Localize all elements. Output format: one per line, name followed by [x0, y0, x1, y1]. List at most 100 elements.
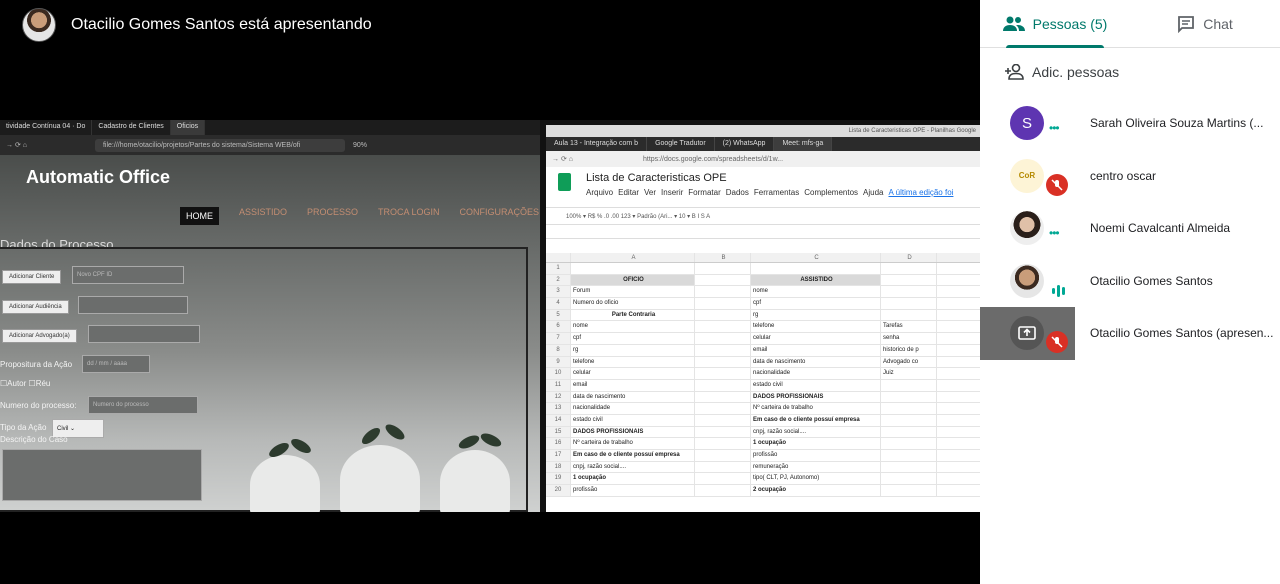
- table-cell: [881, 414, 937, 426]
- table-cell: nacionalidade: [571, 403, 695, 414]
- table-cell: [695, 485, 751, 496]
- table-cell: [881, 450, 937, 461]
- numero-label: Numero do processo:: [0, 401, 77, 410]
- participant-row[interactable]: CoR centro oscar: [980, 149, 1280, 202]
- row-number: 3: [546, 286, 571, 298]
- table-cell: celular: [751, 333, 881, 344]
- table-row: 6 nome telefone Tarefas: [546, 321, 980, 334]
- table-cell: [881, 438, 937, 449]
- side-panel: Pessoas (5) Chat Adic. pessoas S ••• Sar…: [980, 0, 1280, 584]
- table-cell: OFICIO: [571, 274, 695, 286]
- row-number: 20: [546, 485, 571, 496]
- menu-item: Ferramentas: [753, 188, 800, 197]
- avatar: S: [1010, 106, 1044, 140]
- participant-row[interactable]: ••• Noemi Cavalcanti Almeida: [980, 202, 1280, 255]
- table-cell: telefone: [571, 356, 695, 368]
- add-person-icon: [1005, 64, 1024, 80]
- menu-item: Inserir: [661, 188, 684, 197]
- table-row: 1: [546, 263, 980, 275]
- row-number: 16: [546, 438, 571, 449]
- plant-pot: [340, 445, 420, 512]
- table-cell: Juiz: [881, 368, 937, 379]
- row-number: 5: [546, 309, 571, 321]
- table-cell: [937, 403, 980, 414]
- hearing-input: [78, 296, 188, 314]
- table-cell: data de nascimento: [751, 356, 881, 368]
- table-cell: [881, 379, 937, 391]
- table-cell: [937, 380, 980, 391]
- table-row: 3 Forum nome: [546, 286, 980, 299]
- speaking-dots-icon: •••: [1049, 226, 1060, 240]
- presenter-bar: Otacilio Gomes Santos está apresentando: [0, 0, 980, 50]
- table-cell: Advogado co: [881, 356, 937, 368]
- col-header: A: [571, 253, 695, 262]
- row-number: 2: [546, 274, 571, 286]
- right-tab: (2) WhatsApp: [715, 137, 775, 151]
- add-people-button[interactable]: Adic. pessoas: [980, 48, 1280, 96]
- col-header: C: [751, 253, 881, 262]
- tipo-label: Tipo da Ação: [0, 423, 47, 432]
- avatar: [1010, 263, 1044, 298]
- tab-people[interactable]: Pessoas (5): [980, 0, 1130, 48]
- menu-item: Dados: [725, 188, 749, 197]
- col-header: D: [881, 253, 937, 262]
- right-browser-window: Lista de Caracteristicas OPE - Planilhas…: [546, 125, 980, 512]
- numero-input: Numero do processo: [88, 396, 198, 414]
- right-window-title: Lista de Caracteristicas OPE - Planilhas…: [546, 125, 980, 137]
- app-title: Automatic Office: [26, 167, 171, 187]
- table-cell: [571, 263, 695, 274]
- left-tab: tividade Contínua 04 · Do: [0, 120, 93, 135]
- add-lawyer-button: Adicionar Advogado(a): [2, 329, 77, 343]
- table-row: 18 cnpj, razão social.... remuneração: [546, 461, 980, 474]
- tab-chat-label: Chat: [1203, 15, 1233, 32]
- propositura-label: Propositura da Ação: [0, 360, 73, 369]
- nav-processo: PROCESSO: [307, 207, 359, 217]
- table-cell: [695, 450, 751, 461]
- table-cell: nacionalidade: [751, 368, 881, 379]
- table-cell: remuneração: [751, 461, 881, 473]
- sheet-menu: Arquivo Editar Ver Inserir Formatar Dado…: [586, 188, 953, 197]
- row-number: 4: [546, 298, 571, 309]
- add-people-label: Adic. pessoas: [1032, 64, 1120, 80]
- menu-item: Ver: [644, 188, 657, 197]
- table-cell: [695, 309, 751, 321]
- autor-label: Autor: [7, 379, 27, 388]
- present-screen-icon: [1010, 316, 1044, 350]
- table-cell: [695, 298, 751, 309]
- table-cell: Parte Contraria: [571, 309, 695, 321]
- table-cell: [695, 344, 751, 356]
- tipo-value: Civil: [57, 426, 69, 432]
- add-hearing-button: Adicionar Audiência: [2, 300, 69, 314]
- table-cell: [937, 321, 980, 332]
- table-cell: [695, 274, 751, 286]
- table-cell: [881, 461, 937, 473]
- tab-chat[interactable]: Chat: [1130, 0, 1280, 47]
- sheet-toolbar: 100% ▾ R$ % .0 .00 123 ▾ Padrão (Ari... …: [546, 207, 980, 225]
- side-panel-tabs: Pessoas (5) Chat: [980, 0, 1280, 48]
- date-input: dd / mm / aaaa: [82, 355, 150, 373]
- chat-icon: [1178, 15, 1195, 33]
- row-number: 13: [546, 403, 571, 414]
- table-row: 15 DADOS PROFISSIONAIS cnpj, razão social.…: [546, 426, 980, 439]
- table-cell: cpf: [751, 298, 881, 309]
- nav-assistido: ASSISTIDO: [239, 207, 288, 217]
- participant-row[interactable]: S ••• Sarah Oliveira Souza Martins (...: [980, 97, 1280, 150]
- row-number: 19: [546, 473, 571, 485]
- table-cell: estado civil: [571, 414, 695, 426]
- table-cell: nome: [751, 286, 881, 298]
- participant-row-presentation[interactable]: Otacilio Gomes Santos (apresen...: [980, 307, 1280, 360]
- table-cell: email: [751, 344, 881, 356]
- table-cell: [695, 473, 751, 485]
- nav-home: HOME: [180, 207, 219, 225]
- table-cell: [881, 391, 937, 403]
- descricao-label: Descrição do Caso: [0, 435, 68, 444]
- row-number: 10: [546, 368, 571, 379]
- table-cell: rg: [571, 344, 695, 356]
- table-cell: [695, 461, 751, 473]
- participant-row[interactable]: Otacilio Gomes Santos: [980, 254, 1280, 307]
- speaking-dots-icon: •••: [1049, 121, 1060, 135]
- back-icon: → ⟳ ⌂: [6, 142, 27, 149]
- table-row: 12 data de nascimento DADOS PROFISSIONAIS: [546, 391, 980, 404]
- table-cell: profissão: [571, 485, 695, 496]
- corner-cell: [546, 253, 571, 262]
